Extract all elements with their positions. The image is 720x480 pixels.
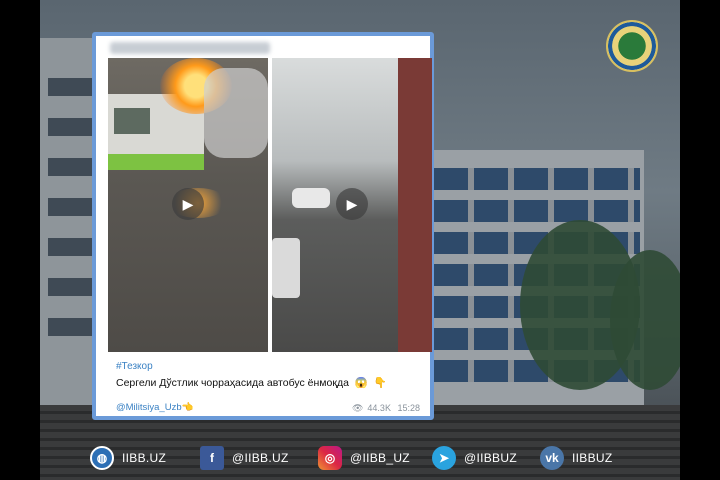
telegram-icon: ➤ bbox=[432, 446, 456, 470]
smoke bbox=[204, 68, 268, 158]
social-vk[interactable]: vk IIBBUZ bbox=[540, 444, 612, 472]
video-thumbnail-2[interactable]: ▶ bbox=[272, 58, 432, 352]
social-instagram[interactable]: ◎ @IIBB_UZ bbox=[318, 444, 410, 472]
left-building bbox=[40, 38, 100, 418]
social-bar: ◍ IIBB.UZ f @IIBB.UZ ◎ @IIBB_UZ ➤ @IIBBU… bbox=[40, 436, 680, 480]
play-icon[interactable]: ▶ bbox=[172, 188, 204, 220]
post-time: 15:28 bbox=[397, 403, 420, 413]
post-stats: 👁 44.3K 15:28 bbox=[348, 403, 420, 414]
vk-icon: vk bbox=[540, 446, 564, 470]
ministry-emblem-icon bbox=[606, 20, 658, 72]
blurred-channel-name bbox=[110, 42, 270, 54]
post-caption: Сергели Дўстлик чорраҳасида автобус ёнмо… bbox=[116, 376, 387, 389]
author-link[interactable]: @Militsiya_Uzb👈 bbox=[116, 402, 193, 413]
point-down-emoji-icon: 👇 bbox=[373, 377, 387, 389]
hashtag-link[interactable]: #Тезкор bbox=[116, 361, 153, 372]
point-left-emoji-icon: 👈 bbox=[181, 402, 194, 413]
video-frame: ▶ ▶ #Тезкор Сергели Дўстлик чорраҳасида … bbox=[40, 0, 680, 480]
car bbox=[292, 188, 330, 208]
globe-icon: ◍ bbox=[90, 446, 114, 470]
facebook-icon: f bbox=[200, 446, 224, 470]
telegram-post-card: ▶ ▶ #Тезкор Сергели Дўстлик чорраҳасида … bbox=[92, 32, 434, 420]
scream-emoji-icon: 😱 bbox=[354, 377, 368, 389]
video-thumbnail-1[interactable]: ▶ bbox=[108, 58, 268, 352]
tree bbox=[610, 250, 680, 390]
social-website[interactable]: ◍ IIBB.UZ bbox=[90, 444, 166, 472]
caption-text: Сергели Дўстлик чорраҳасида автобус ёнмо… bbox=[116, 377, 349, 389]
social-telegram[interactable]: ➤ @IIBBUZ bbox=[432, 444, 517, 472]
view-count: 44.3K bbox=[367, 403, 391, 413]
play-icon[interactable]: ▶ bbox=[336, 188, 368, 220]
car bbox=[272, 238, 300, 298]
instagram-icon: ◎ bbox=[318, 446, 342, 470]
shopfront bbox=[398, 58, 432, 352]
eye-icon: 👁 bbox=[351, 403, 364, 413]
social-facebook[interactable]: f @IIBB.UZ bbox=[200, 444, 289, 472]
